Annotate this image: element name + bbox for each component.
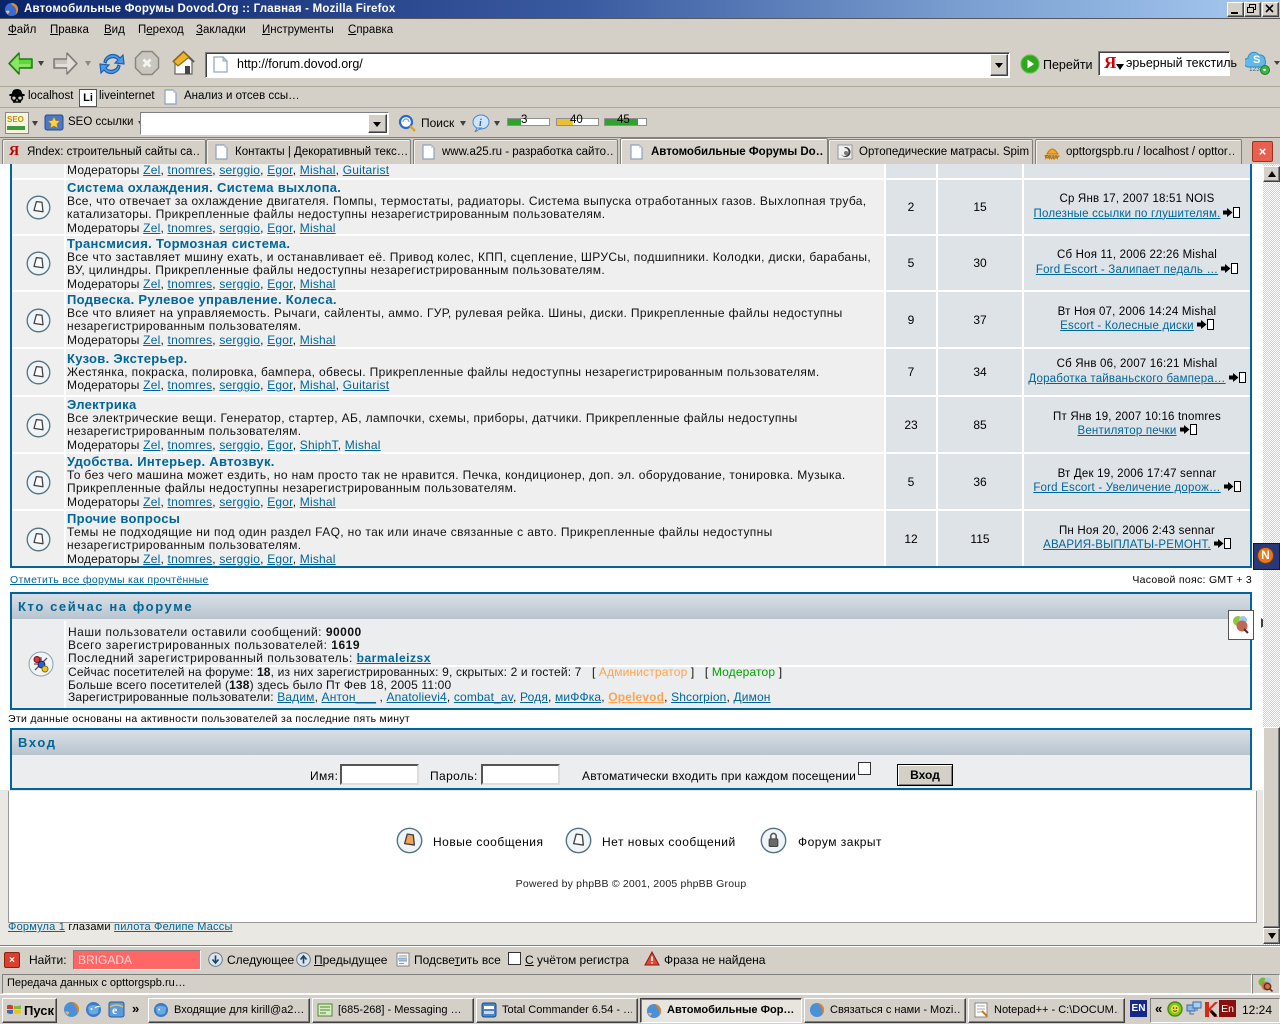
svg-text:i: i bbox=[479, 118, 482, 129]
svg-text:123: 123 bbox=[1249, 66, 1260, 73]
svg-text:S: S bbox=[1253, 54, 1260, 66]
svg-text:PMA: PMA bbox=[1045, 156, 1058, 161]
